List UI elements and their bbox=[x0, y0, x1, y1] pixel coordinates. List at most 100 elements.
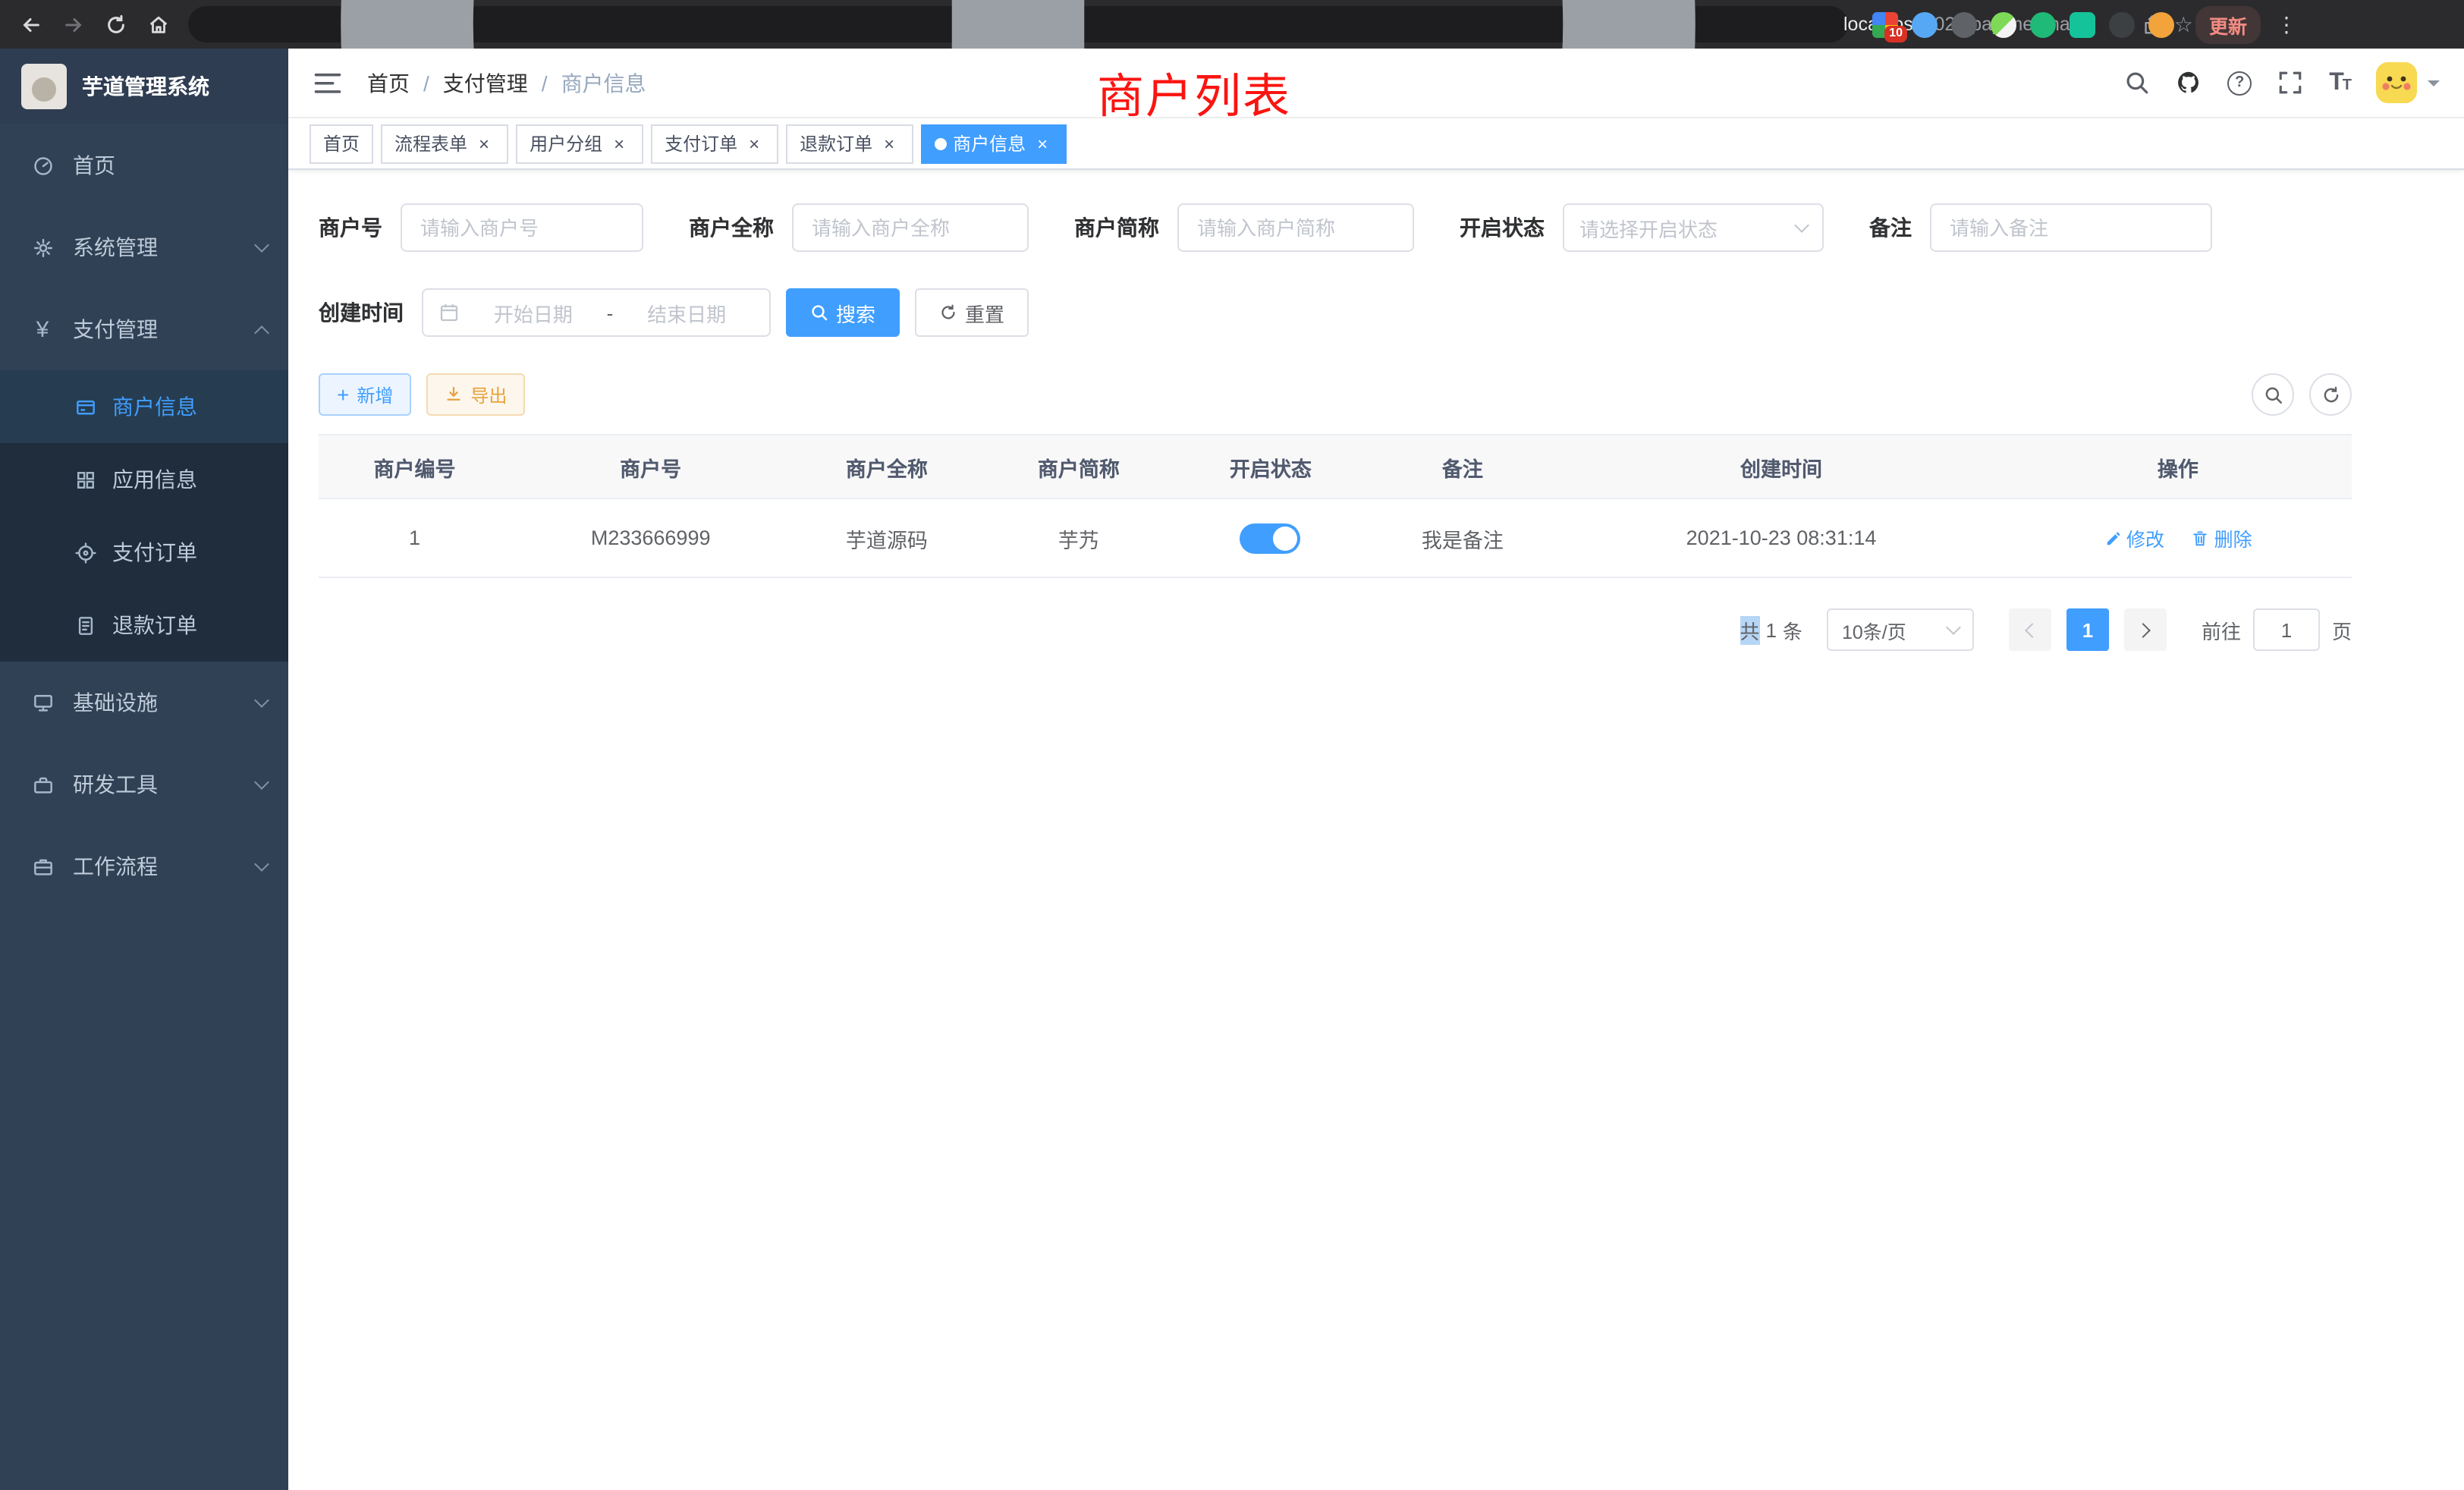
sidebar-item-merchant-info[interactable]: 商户信息 bbox=[0, 370, 288, 443]
home-icon[interactable] bbox=[140, 6, 176, 42]
date-start-placeholder[interactable]: 开始日期 bbox=[466, 298, 601, 327]
pagination: 共 1 条 10条/页 1 前往 页 bbox=[319, 608, 2352, 651]
page-size-select[interactable]: 10条/页 bbox=[1827, 608, 1974, 651]
sidebar-item-refund-order[interactable]: 退款订单 bbox=[0, 589, 288, 662]
date-range-picker[interactable]: 开始日期 - 结束日期 bbox=[422, 288, 771, 337]
extension-icon-4[interactable] bbox=[1991, 11, 2016, 37]
monitor-icon bbox=[30, 690, 55, 715]
font-size-icon[interactable]: TT bbox=[2329, 69, 2350, 96]
sidebar-menu: 首页 系统管理 ¥ 支付管理 商户信息 bbox=[0, 124, 288, 907]
extension-icon-7[interactable] bbox=[2109, 11, 2135, 37]
filter-row-2: 创建时间 开始日期 - 结束日期 搜索 重置 bbox=[319, 288, 2352, 337]
sidebar-item-home[interactable]: 首页 bbox=[0, 124, 288, 206]
chevron-down-icon bbox=[254, 693, 269, 708]
tab-home[interactable]: 首页 bbox=[310, 124, 373, 163]
status-toggle[interactable] bbox=[1240, 523, 1301, 553]
merchant-card-icon bbox=[73, 395, 97, 419]
export-button[interactable]: 导出 bbox=[426, 373, 525, 416]
omnibox-url-bar[interactable]: localhost:1024/pay/merchant ☆ bbox=[188, 6, 1848, 42]
refresh-icon bbox=[939, 303, 957, 322]
short-name-label: 商户简称 bbox=[1074, 212, 1159, 243]
tab-merchant-info[interactable]: 商户信息× bbox=[921, 124, 1067, 163]
back-icon[interactable] bbox=[12, 6, 49, 42]
pagination-goto: 前往 页 bbox=[2202, 608, 2352, 651]
extension-icon-3[interactable] bbox=[1951, 11, 1977, 37]
extension-icon-2[interactable] bbox=[1912, 11, 1938, 37]
reset-button[interactable]: 重置 bbox=[915, 288, 1029, 337]
browser-update-button[interactable]: 更新 bbox=[2195, 5, 2261, 43]
date-end-placeholder[interactable]: 结束日期 bbox=[619, 298, 754, 327]
chevron-down-icon bbox=[254, 237, 269, 253]
user-menu[interactable] bbox=[2376, 62, 2440, 103]
sidebar-item-infra[interactable]: 基础设施 bbox=[0, 662, 288, 743]
tab-refund-order[interactable]: 退款订单× bbox=[786, 124, 913, 163]
fullscreen-icon[interactable] bbox=[2277, 70, 2303, 96]
remark-input[interactable] bbox=[1930, 203, 2212, 252]
tab-user-group[interactable]: 用户分组× bbox=[516, 124, 643, 163]
extension-icon-6[interactable] bbox=[2070, 11, 2095, 37]
download-icon bbox=[445, 385, 463, 404]
chevron-left-icon bbox=[2025, 622, 2040, 637]
sidebar-item-system[interactable]: 系统管理 bbox=[0, 206, 288, 288]
sidebar-item-payment[interactable]: ¥ 支付管理 bbox=[0, 288, 288, 370]
sidebar-toggle-icon[interactable] bbox=[313, 68, 343, 98]
screen: localhost:1024/pay/merchant ☆ 10 更新 ⋮ bbox=[0, 0, 2464, 1490]
tab-process-form[interactable]: 流程表单× bbox=[381, 124, 508, 163]
cell-actions: 修改 删除 bbox=[2004, 498, 2352, 577]
merchant-no-input[interactable] bbox=[401, 203, 643, 252]
full-name-input[interactable] bbox=[792, 203, 1029, 252]
add-button[interactable]: + 新增 bbox=[319, 373, 411, 416]
github-icon[interactable] bbox=[2176, 70, 2202, 96]
hide-search-button[interactable] bbox=[2252, 373, 2294, 416]
chevron-down-icon bbox=[1946, 620, 1961, 635]
merchant-page: 商户号 商户全称 商户简称 开启状态 请选择开启状态 bbox=[288, 170, 2464, 1490]
sidebar: 芋道管理系统 首页 系统管理 ¥ 支付管理 bbox=[0, 49, 288, 1490]
next-page-button[interactable] bbox=[2124, 608, 2167, 651]
sidebar-item-workflow[interactable]: 工作流程 bbox=[0, 825, 288, 907]
short-name-input[interactable] bbox=[1177, 203, 1414, 252]
user-avatar[interactable] bbox=[2376, 62, 2417, 103]
close-icon[interactable]: × bbox=[608, 133, 630, 154]
sidebar-item-app-info[interactable]: 应用信息 bbox=[0, 443, 288, 516]
chevron-down-icon bbox=[1794, 218, 1809, 233]
gear-icon bbox=[30, 235, 55, 259]
sidebar-item-pay-order[interactable]: 支付订单 bbox=[0, 516, 288, 589]
goto-page-input[interactable] bbox=[2253, 608, 2320, 651]
tab-pay-order[interactable]: 支付订单× bbox=[651, 124, 778, 163]
chevron-down-icon bbox=[254, 857, 269, 872]
close-icon[interactable]: × bbox=[878, 133, 900, 154]
forward-icon[interactable] bbox=[55, 6, 91, 42]
search-icon[interactable] bbox=[2124, 70, 2150, 96]
user-caret-icon bbox=[2428, 80, 2440, 93]
edit-link[interactable]: 修改 bbox=[2104, 523, 2164, 552]
browser-menu-icon[interactable]: ⋮ bbox=[2267, 11, 2306, 37]
close-icon[interactable]: × bbox=[743, 133, 765, 154]
cell-merchant-no: M233666999 bbox=[511, 498, 790, 577]
sidebar-item-dev-tools[interactable]: 研发工具 bbox=[0, 743, 288, 825]
full-name-label: 商户全称 bbox=[689, 212, 774, 243]
close-icon[interactable]: × bbox=[473, 133, 495, 154]
search-icon bbox=[810, 303, 828, 322]
prev-page-button[interactable] bbox=[2009, 608, 2051, 651]
extension-icon-5[interactable] bbox=[2030, 11, 2056, 37]
close-icon[interactable]: × bbox=[1032, 133, 1053, 154]
pagination-total: 共 1 条 bbox=[1740, 615, 1802, 644]
document-icon bbox=[73, 613, 97, 637]
help-icon[interactable]: ? bbox=[2227, 71, 2252, 95]
chevron-up-icon bbox=[254, 325, 269, 340]
profile-avatar-icon[interactable] bbox=[2148, 11, 2174, 37]
breadcrumb-current: 商户信息 bbox=[561, 68, 646, 98]
reload-icon[interactable] bbox=[97, 6, 134, 42]
extension-icon-1[interactable]: 10 bbox=[1872, 11, 1898, 37]
status-select[interactable]: 请选择开启状态 bbox=[1563, 203, 1824, 252]
dashboard-icon bbox=[30, 153, 55, 178]
page-number-current[interactable]: 1 bbox=[2066, 608, 2109, 651]
cell-id: 1 bbox=[319, 498, 511, 577]
merchant-table: 商户编号 商户号 商户全称 商户简称 开启状态 备注 创建时间 操作 1 bbox=[319, 434, 2352, 578]
breadcrumb-payment[interactable]: 支付管理 bbox=[443, 68, 528, 98]
breadcrumb-home[interactable]: 首页 bbox=[367, 68, 410, 98]
app-logo[interactable]: 芋道管理系统 bbox=[0, 49, 288, 124]
refresh-table-button[interactable] bbox=[2309, 373, 2352, 416]
delete-link[interactable]: 删除 bbox=[2192, 523, 2252, 552]
search-button[interactable]: 搜索 bbox=[786, 288, 900, 337]
